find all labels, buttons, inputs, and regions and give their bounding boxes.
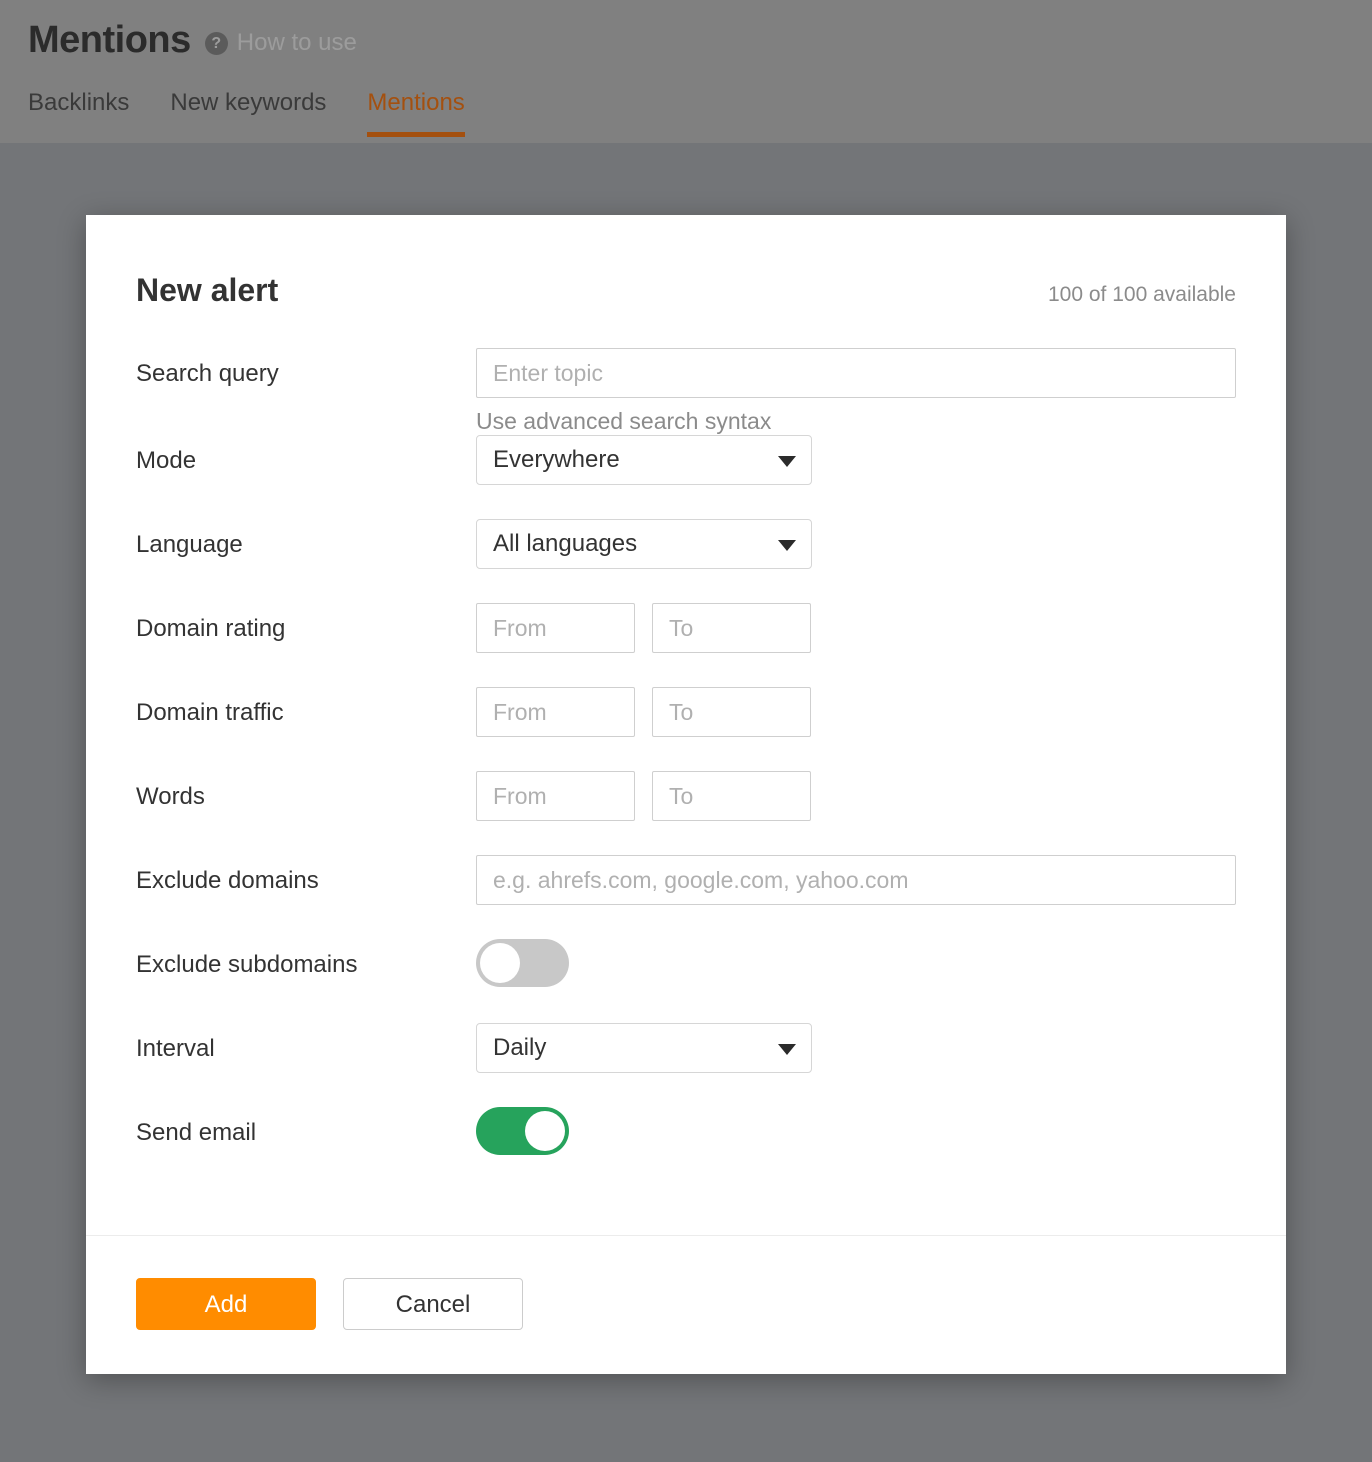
field-domain-traffic: Domain traffic xyxy=(136,687,1236,771)
field-exclude-subdomains: Exclude subdomains xyxy=(136,939,1236,1023)
toggle-knob xyxy=(525,1111,565,1151)
search-query-input[interactable] xyxy=(476,348,1236,398)
field-interval: Interval Daily xyxy=(136,1023,1236,1107)
field-send-email: Send email xyxy=(136,1107,1236,1191)
field-search-query: Search query Use advanced search syntax xyxy=(136,348,1236,435)
exclude-domains-input[interactable] xyxy=(476,855,1236,905)
domain-rating-to-input[interactable] xyxy=(652,603,811,653)
tab-bar: Backlinks New keywords Mentions xyxy=(28,88,465,137)
label-language: Language xyxy=(136,519,476,559)
alert-quota-label: 100 of 100 available xyxy=(1048,282,1236,308)
field-mode: Mode Everywhere xyxy=(136,435,1236,519)
domain-traffic-to-input[interactable] xyxy=(652,687,811,737)
toggle-knob xyxy=(480,943,520,983)
control-exclude-domains xyxy=(476,855,1236,905)
control-domain-traffic xyxy=(476,687,1236,737)
label-send-email: Send email xyxy=(136,1107,476,1147)
words-from-input[interactable] xyxy=(476,771,635,821)
domain-traffic-range xyxy=(476,687,1236,737)
domain-traffic-from-input[interactable] xyxy=(476,687,635,737)
words-range xyxy=(476,771,1236,821)
mode-select[interactable]: Everywhere xyxy=(476,435,812,485)
label-exclude-subdomains: Exclude subdomains xyxy=(136,939,476,979)
control-send-email xyxy=(476,1107,1236,1160)
control-language: All languages xyxy=(476,519,1236,569)
label-exclude-domains: Exclude domains xyxy=(136,855,476,895)
tab-new-keywords[interactable]: New keywords xyxy=(170,88,326,137)
field-exclude-domains: Exclude domains xyxy=(136,855,1236,939)
control-exclude-subdomains xyxy=(476,939,1236,992)
field-words: Words xyxy=(136,771,1236,855)
question-mark-circle-icon: ? xyxy=(205,32,228,55)
add-button[interactable]: Add xyxy=(136,1278,316,1330)
label-domain-rating: Domain rating xyxy=(136,603,476,643)
dialog-body: New alert 100 of 100 available Search qu… xyxy=(86,215,1286,1235)
new-alert-dialog: New alert 100 of 100 available Search qu… xyxy=(86,215,1286,1374)
words-to-input[interactable] xyxy=(652,771,811,821)
interval-select[interactable]: Daily xyxy=(476,1023,812,1073)
page-title: Mentions xyxy=(28,17,191,63)
dialog-action-buttons: Add Cancel xyxy=(136,1278,1236,1330)
domain-rating-from-input[interactable] xyxy=(476,603,635,653)
label-interval: Interval xyxy=(136,1023,476,1063)
field-domain-rating: Domain rating xyxy=(136,603,1236,687)
advanced-search-syntax-link[interactable]: Use advanced search syntax xyxy=(476,407,1236,435)
how-to-use-label: How to use xyxy=(237,29,357,57)
control-interval: Daily xyxy=(476,1023,1236,1073)
page-header: Mentions ? How to use Backlinks New keyw… xyxy=(0,0,1372,143)
dialog-footer: Add Cancel xyxy=(86,1235,1286,1374)
tab-backlinks[interactable]: Backlinks xyxy=(28,88,129,137)
language-select-value[interactable]: All languages xyxy=(476,519,812,569)
exclude-subdomains-toggle[interactable] xyxy=(476,939,569,987)
label-search-query: Search query xyxy=(136,348,476,388)
control-domain-rating xyxy=(476,603,1236,653)
dialog-header: New alert 100 of 100 available xyxy=(136,271,1236,309)
domain-rating-range xyxy=(476,603,1236,653)
dialog-title: New alert xyxy=(136,271,278,309)
label-domain-traffic: Domain traffic xyxy=(136,687,476,727)
language-select[interactable]: All languages xyxy=(476,519,812,569)
tab-mentions[interactable]: Mentions xyxy=(367,88,464,137)
label-mode: Mode xyxy=(136,435,476,475)
how-to-use-link[interactable]: ? How to use xyxy=(205,29,357,57)
control-words xyxy=(476,771,1236,821)
interval-select-value[interactable]: Daily xyxy=(476,1023,812,1073)
control-mode: Everywhere xyxy=(476,435,1236,485)
cancel-button[interactable]: Cancel xyxy=(343,1278,523,1330)
mode-select-value[interactable]: Everywhere xyxy=(476,435,812,485)
send-email-toggle[interactable] xyxy=(476,1107,569,1155)
control-search-query: Use advanced search syntax xyxy=(476,348,1236,435)
title-row: Mentions ? How to use xyxy=(28,17,357,63)
field-language: Language All languages xyxy=(136,519,1236,603)
label-words: Words xyxy=(136,771,476,811)
